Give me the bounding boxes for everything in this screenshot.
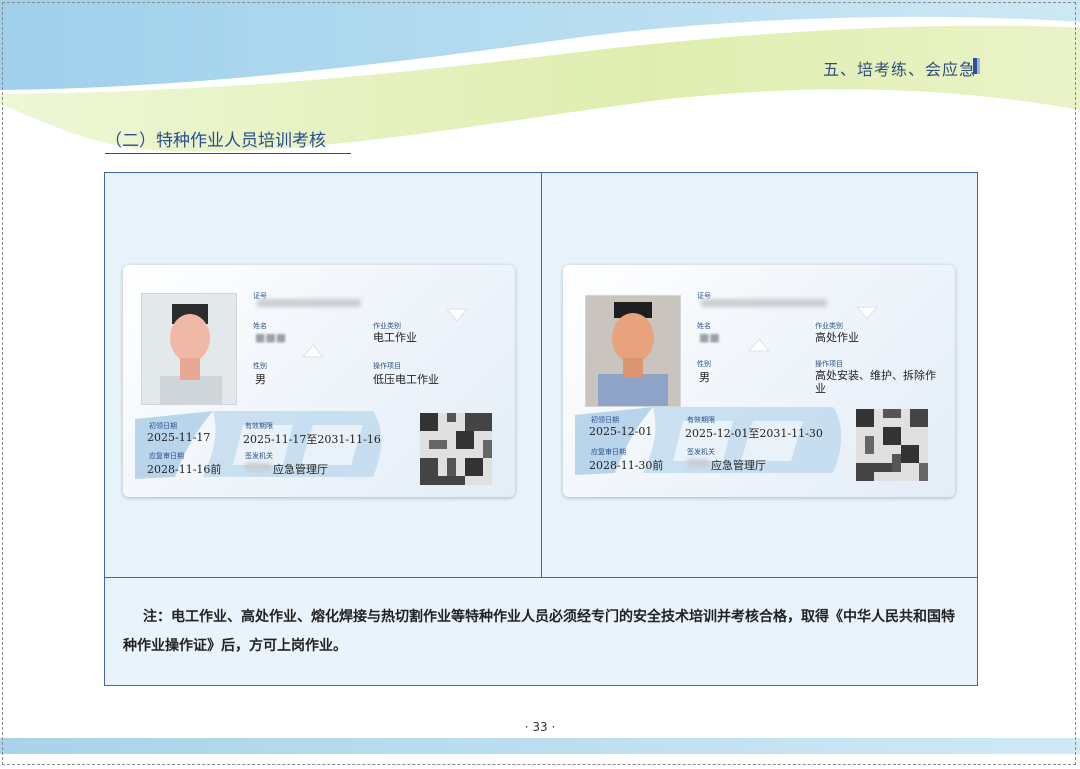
gender-label: 性别 <box>253 362 267 370</box>
issuer-label: 签发机关 <box>245 452 273 460</box>
panel-divider-horizontal <box>105 577 977 578</box>
issuer-value: 应急管理厅 <box>273 463 328 476</box>
certificate-card-2: 证号 姓名 ■■ 性别 男 作业类别 高处作业 操作项目 高处安装、维护、拆除作… <box>563 265 955 497</box>
name-label: 姓名 <box>253 322 267 330</box>
portrait-photo <box>141 293 237 405</box>
id-value-redacted <box>701 299 827 307</box>
review-date-label: 应复审日期 <box>149 452 184 460</box>
chapter-bar-icon <box>973 58 980 74</box>
first-date-label: 初领日期 <box>591 416 619 424</box>
name-label: 姓名 <box>697 322 711 330</box>
section-title: （二）特种作业人员培训考核 <box>105 126 351 154</box>
valid-period-value: 2025-11-17至2031-11-16 <box>243 433 381 446</box>
qr-code-icon <box>856 409 928 481</box>
project-label: 操作项目 <box>373 362 401 370</box>
issuer-label: 签发机关 <box>687 448 715 456</box>
chapter-title: 五、培考练、会应急 <box>822 60 976 79</box>
valid-period-label: 有效期限 <box>687 416 715 424</box>
project-label: 操作项目 <box>815 360 843 368</box>
page-number: · 33 · <box>524 720 556 734</box>
gender-value: 男 <box>699 371 710 384</box>
note-text: 注：电工作业、高处作业、熔化焊接与热切割作业等特种作业人员必须经专门的安全技术培… <box>123 609 955 654</box>
valid-period-value: 2025-12-01至2031-11-30 <box>685 427 823 440</box>
category-value: 高处作业 <box>815 331 859 344</box>
certificate-card-1: 证号 姓名 ■■■ 性别 男 作业类别 电工作业 操作项目 低压电工作业 初领日… <box>123 265 515 497</box>
valid-period-label: 有效期限 <box>245 422 273 430</box>
first-date-value: 2025-12-01 <box>589 425 653 438</box>
issuer-redacted <box>245 463 271 471</box>
category-value: 电工作业 <box>373 331 417 344</box>
id-value-redacted <box>257 299 361 307</box>
footer-band <box>0 738 1080 754</box>
project-value: 高处安装、维护、拆除作业 <box>815 369 936 395</box>
review-date-value: 2028-11-30前 <box>589 459 664 472</box>
review-date-value: 2028-11-16前 <box>147 463 222 476</box>
review-date-label: 应复审日期 <box>591 448 626 456</box>
project-value: 低压电工作业 <box>373 373 439 386</box>
name-value: ■■■ <box>255 331 287 344</box>
issuer-value: 应急管理厅 <box>711 459 766 472</box>
gender-value: 男 <box>255 373 266 386</box>
qr-code-icon <box>420 413 492 485</box>
certificate-panel: 证号 姓名 ■■■ 性别 男 作业类别 电工作业 操作项目 低压电工作业 初领日… <box>104 172 978 686</box>
gender-label: 性别 <box>697 360 711 368</box>
issuer-redacted <box>687 459 709 467</box>
first-date-label: 初领日期 <box>149 422 177 430</box>
panel-divider-vertical <box>541 173 542 577</box>
name-value: ■■ <box>699 331 720 344</box>
portrait-photo <box>585 295 681 407</box>
first-date-value: 2025-11-17 <box>147 431 211 444</box>
